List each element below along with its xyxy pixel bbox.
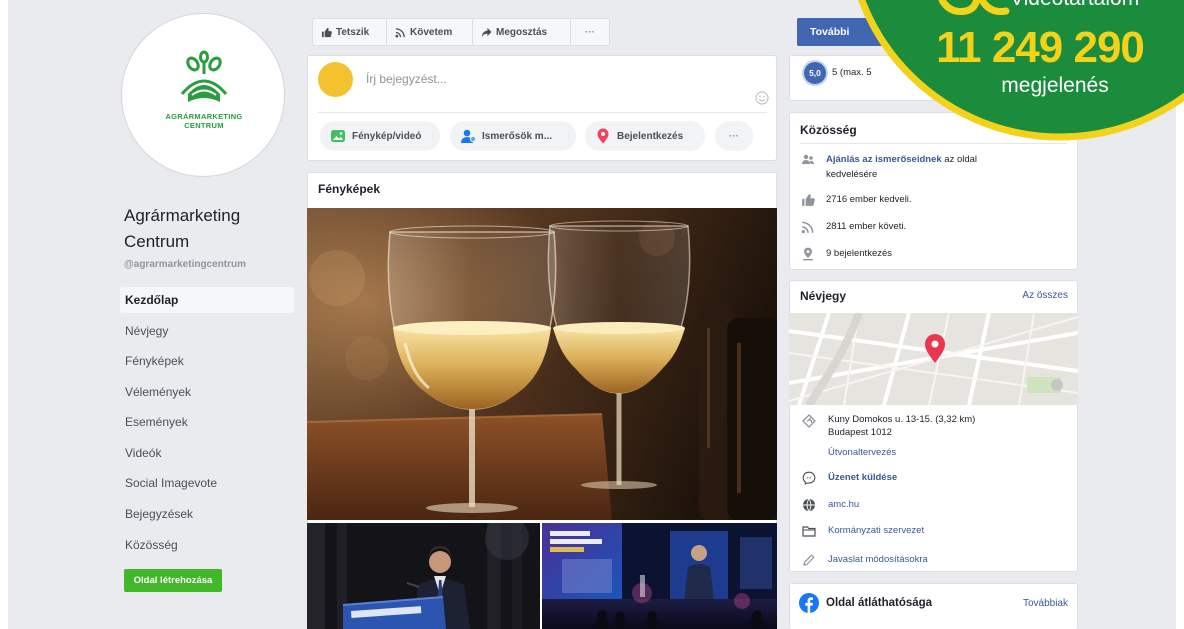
nav-item-videos[interactable]: Videók (120, 440, 294, 466)
checkins-count: 9 bejelentkezés (826, 248, 893, 259)
invite-friends-text: Ajánlás az ismerőseidnek az oldal kedvel… (826, 152, 1021, 182)
globe-icon (803, 498, 815, 512)
composer-input[interactable]: Írj bejegyzést... (366, 72, 746, 86)
check-in-pin-icon (597, 128, 609, 144)
nav-item-reviews[interactable]: Vélemények (120, 379, 294, 405)
stats-badge-overlay: Videótartalom 11 249 290 megjelenés (840, 0, 1184, 145)
profile-picture[interactable]: AGRÁRMARKETING CENTRUM (121, 13, 285, 177)
nav-item-photos[interactable]: Fényképek (120, 348, 294, 374)
nav-item-posts[interactable]: Bejegyzések (120, 501, 294, 527)
people-icon (802, 154, 814, 164)
messenger-icon (802, 471, 816, 485)
emoji-icon[interactable] (755, 91, 769, 105)
stats-badge-circle (858, 0, 1184, 141)
stats-count-label: megjelenés (1001, 74, 1109, 97)
page-action-bar: Tetszik Követem Megosztás ··· (312, 18, 610, 46)
nav-item-events[interactable]: Események (120, 409, 294, 435)
about-title[interactable]: Névjegy (800, 289, 846, 303)
nav-item-home[interactable]: Kezdőlap (120, 287, 294, 313)
address-line1: Kuny Domokos u. 13-15. (3,32 km) (828, 414, 976, 425)
share-arrow-icon (481, 27, 492, 37)
pencil-icon (803, 554, 815, 566)
rating-badge: 5,0 (804, 62, 826, 84)
suggest-edits-link[interactable]: Javaslat módosításokra (828, 553, 928, 567)
photo-video-label: Fénykép/videó (352, 130, 422, 142)
page-handle: @agrarmarketingcentrum (124, 259, 247, 270)
create-page-button[interactable]: Oldal létrehozása (124, 569, 222, 592)
photo-video-button[interactable]: Fénykép/videó (320, 121, 440, 151)
category-link[interactable]: Kormányzati szervezet (828, 524, 924, 538)
nav-item-community[interactable]: Közösség (120, 532, 294, 558)
check-in-label: Bejelentkezés (617, 130, 684, 142)
composer-avatar (318, 62, 353, 97)
page-name[interactable]: Agrármarketing Centrum (124, 203, 274, 255)
photo-icon (331, 130, 345, 142)
follow-button[interactable]: Követem (387, 19, 473, 45)
address-line2: Budapest 1012 (828, 427, 892, 438)
check-in-pin-icon (803, 247, 813, 261)
more-actions-button[interactable]: ··· (571, 19, 609, 45)
logo-sprout-icon (180, 50, 228, 102)
stats-count: 11 249 290 (936, 23, 1145, 72)
rss-icon (801, 221, 814, 234)
follow-label: Követem (410, 26, 453, 38)
location-map[interactable] (789, 313, 1078, 405)
followers-count: 2811 ember követi. (826, 221, 907, 232)
nav-item-social-imagevote[interactable]: Social Imagevote (120, 470, 294, 496)
logo-text-line2: CENTRUM (184, 121, 224, 130)
photo-wine-glasses[interactable] (307, 208, 777, 520)
nav-item-about[interactable]: Névjegy (120, 318, 294, 344)
likes-count: 2716 ember kedveli. (826, 194, 912, 205)
rss-icon (395, 27, 405, 38)
like-button[interactable]: Tetszik (313, 19, 387, 45)
check-in-button[interactable]: Bejelentkezés (585, 121, 705, 151)
invite-friends-link[interactable]: Ajánlás az ismerőseidnek (826, 154, 942, 165)
website-link[interactable]: amc.hu (828, 498, 859, 512)
composer-more-button[interactable]: ··· (715, 121, 753, 151)
folder-icon (802, 526, 816, 537)
thumbs-up-icon (802, 194, 815, 206)
directions-link[interactable]: Útvonaltervezés (828, 446, 896, 460)
photos-title[interactable]: Fényképek (318, 182, 380, 196)
tag-friends-button[interactable]: Ismerősök m... (450, 121, 576, 151)
tag-friends-icon (461, 129, 476, 143)
facebook-logo-icon (799, 593, 819, 613)
transparency-see-more-link[interactable]: Továbbiak (990, 598, 1068, 609)
thumbs-up-icon (321, 27, 332, 37)
about-see-all-link[interactable]: Az összes (990, 290, 1068, 301)
photo-speaker-podium[interactable] (307, 523, 540, 629)
share-label: Megosztás (496, 26, 548, 38)
photo-conference-stage[interactable] (542, 523, 777, 629)
logo-text-line1: AGRÁRMARKETING (165, 112, 243, 121)
stats-top-label: Videótartalom (1010, 0, 1139, 11)
send-message-link[interactable]: Üzenet küldése (828, 471, 897, 485)
like-label: Tetszik (336, 26, 370, 38)
location-icon (802, 414, 816, 428)
page-transparency-title[interactable]: Oldal átláthatósága (826, 597, 932, 609)
composer-divider (318, 112, 767, 113)
tag-friends-label: Ismerősök m... (482, 130, 553, 142)
share-button[interactable]: Megosztás (473, 19, 571, 45)
